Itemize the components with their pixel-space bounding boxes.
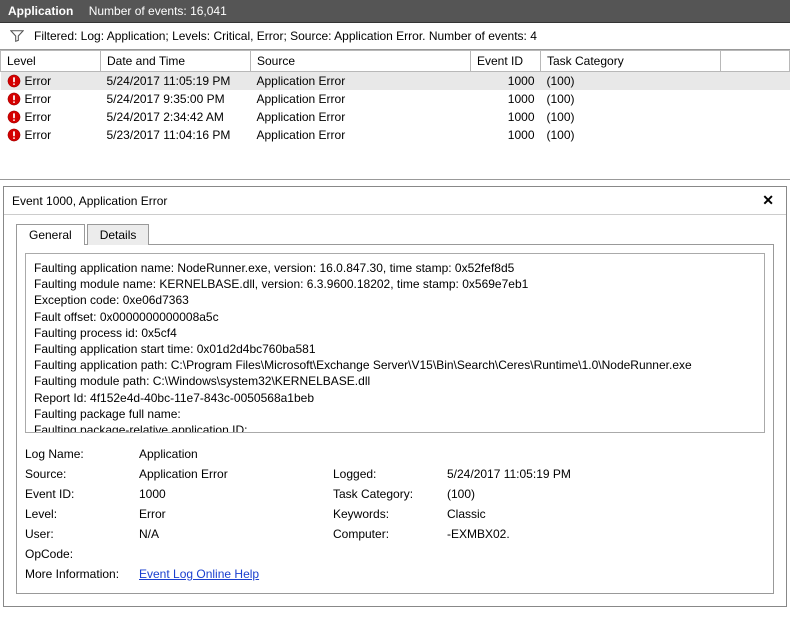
val-keywords: Classic	[447, 507, 647, 521]
col-source[interactable]: Source	[251, 51, 471, 72]
description-line: Faulting application path: C:\Program Fi…	[34, 357, 756, 373]
lbl-logname: Log Name:	[25, 447, 135, 461]
cell-date: 5/24/2017 2:34:42 AM	[101, 108, 251, 126]
description-line: Faulting package-relative application ID…	[34, 422, 756, 433]
tab-details[interactable]: Details	[87, 224, 150, 245]
cell-source: Application Error	[251, 72, 471, 91]
table-row[interactable]: Error 5/24/2017 11:05:19 PMApplication Er…	[1, 72, 790, 91]
cell-source: Application Error	[251, 126, 471, 144]
details-pane: Event 1000, Application Error ✕ General …	[3, 186, 787, 607]
table-row[interactable]: Error 5/23/2017 11:04:16 PMApplication Er…	[1, 126, 790, 144]
val-logged: 5/24/2017 11:05:19 PM	[447, 467, 647, 481]
lbl-user: User:	[25, 527, 135, 541]
val-logname: Application	[139, 447, 329, 461]
close-icon[interactable]: ✕	[758, 192, 778, 209]
title-bar: Application Number of events: 16,041	[0, 0, 790, 23]
lbl-source: Source:	[25, 467, 135, 481]
description-line: Faulting application name: NodeRunner.ex…	[34, 260, 756, 276]
filter-icon	[10, 29, 24, 43]
cell-taskcat: (100)	[541, 108, 721, 126]
tab-body-general: Faulting application name: NodeRunner.ex…	[16, 244, 774, 594]
description-line: Faulting package full name:	[34, 406, 756, 422]
cell-taskcat: (100)	[541, 72, 721, 91]
filter-bar: Filtered: Log: Application; Levels: Crit…	[0, 23, 790, 50]
properties-grid: Log Name: Application Source: Applicatio…	[25, 447, 765, 581]
tabs: General Details	[16, 223, 774, 244]
cell-eventid: 1000	[471, 126, 541, 144]
tab-general[interactable]: General	[16, 224, 85, 245]
table-row[interactable]: Error 5/24/2017 9:35:00 PMApplication Err…	[1, 90, 790, 108]
lbl-level: Level:	[25, 507, 135, 521]
lbl-taskcat: Task Category:	[333, 487, 443, 501]
lbl-keywords: Keywords:	[333, 507, 443, 521]
cell-taskcat: (100)	[541, 126, 721, 144]
description-line: Faulting process id: 0x5cf4	[34, 325, 756, 341]
error-icon	[7, 92, 21, 106]
cell-level: Error	[25, 74, 52, 88]
cell-source: Application Error	[251, 90, 471, 108]
grid-header-row: Level Date and Time Source Event ID Task…	[1, 51, 790, 72]
details-title: Event 1000, Application Error	[12, 194, 167, 208]
col-eventid[interactable]: Event ID	[471, 51, 541, 72]
description-line: Faulting application start time: 0x01d2d…	[34, 341, 756, 357]
description-line: Fault offset: 0x0000000000008a5c	[34, 309, 756, 325]
col-taskcat[interactable]: Task Category	[541, 51, 721, 72]
cell-source: Application Error	[251, 108, 471, 126]
lbl-computer: Computer:	[333, 527, 443, 541]
cell-eventid: 1000	[471, 108, 541, 126]
cell-eventid: 1000	[471, 72, 541, 91]
col-spacer	[721, 51, 790, 72]
error-icon	[7, 74, 21, 88]
val-eventid: 1000	[139, 487, 329, 501]
val-computer: -EXMBX02.	[447, 527, 647, 541]
val-level: Error	[139, 507, 329, 521]
error-icon	[7, 128, 21, 142]
cell-date: 5/23/2017 11:04:16 PM	[101, 126, 251, 144]
lbl-logged: Logged:	[333, 467, 443, 481]
cell-date: 5/24/2017 11:05:19 PM	[101, 72, 251, 91]
error-icon	[7, 110, 21, 124]
filter-text: Filtered: Log: Application; Levels: Crit…	[34, 29, 537, 43]
val-user: N/A	[139, 527, 329, 541]
description-line: Faulting module name: KERNELBASE.dll, ve…	[34, 276, 756, 292]
cell-date: 5/24/2017 9:35:00 PM	[101, 90, 251, 108]
event-grid[interactable]: Level Date and Time Source Event ID Task…	[0, 50, 790, 180]
event-count: Number of events: 16,041	[89, 4, 227, 18]
description-line: Report Id: 4f152e4d-40bc-11e7-843c-00505…	[34, 390, 756, 406]
col-date[interactable]: Date and Time	[101, 51, 251, 72]
link-online-help[interactable]: Event Log Online Help	[139, 567, 259, 581]
val-source: Application Error	[139, 467, 329, 481]
val-taskcat: (100)	[447, 487, 647, 501]
description-box[interactable]: Faulting application name: NodeRunner.ex…	[25, 253, 765, 433]
description-line: Faulting module path: C:\Windows\system3…	[34, 373, 756, 389]
lbl-opcode: OpCode:	[25, 547, 135, 561]
cell-eventid: 1000	[471, 90, 541, 108]
app-name: Application	[8, 4, 73, 18]
col-level[interactable]: Level	[1, 51, 101, 72]
cell-taskcat: (100)	[541, 90, 721, 108]
lbl-eventid: Event ID:	[25, 487, 135, 501]
table-row[interactable]: Error 5/24/2017 2:34:42 AMApplication Err…	[1, 108, 790, 126]
cell-level: Error	[25, 128, 52, 142]
cell-level: Error	[25, 110, 52, 124]
description-line: Exception code: 0xe06d7363	[34, 292, 756, 308]
lbl-moreinfo: More Information:	[25, 567, 135, 581]
cell-level: Error	[25, 92, 52, 106]
